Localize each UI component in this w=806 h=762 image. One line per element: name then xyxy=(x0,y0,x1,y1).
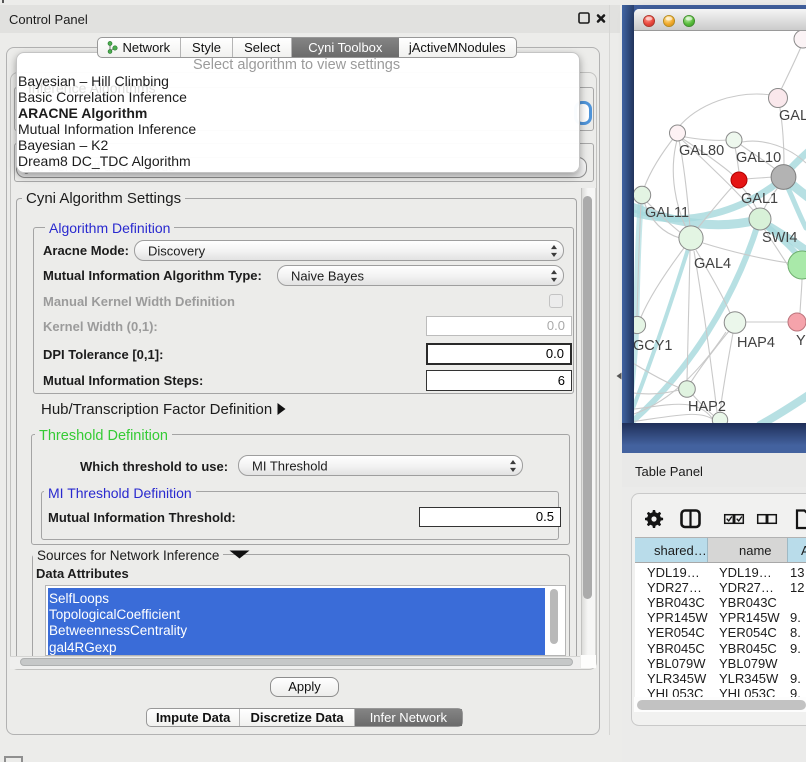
svg-text:GAL10: GAL10 xyxy=(736,150,781,166)
svg-text:SWI4: SWI4 xyxy=(762,230,797,246)
svg-text:GAL1: GAL1 xyxy=(741,191,778,207)
svg-text:GAL4: GAL4 xyxy=(694,256,731,272)
svg-text:HAP4: HAP4 xyxy=(737,335,775,351)
svg-text:GCY1: GCY1 xyxy=(634,338,673,354)
svg-text:Y: Y xyxy=(796,333,806,349)
svg-text:GAL7: GAL7 xyxy=(779,108,806,124)
svg-text:GAL80: GAL80 xyxy=(679,143,724,159)
svg-text:HAP2: HAP2 xyxy=(688,399,726,415)
svg-text:GAL11: GAL11 xyxy=(645,205,689,221)
